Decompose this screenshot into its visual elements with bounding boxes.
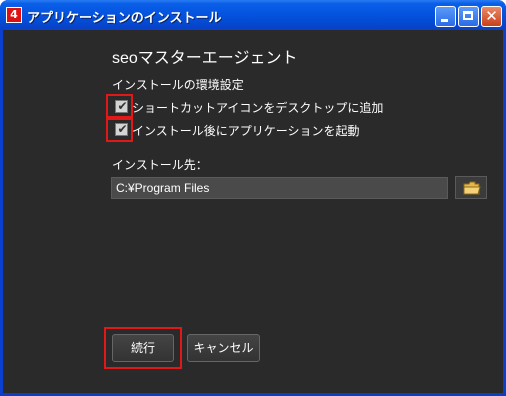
title-bar[interactable]: 4 アプリケーションのインストール ✕ <box>0 0 506 30</box>
browse-folder-button[interactable] <box>455 176 487 199</box>
install-location-label: インストール先： <box>112 158 208 172</box>
launch-after-install-label: インストール後にアプリケーションを起動 <box>132 124 360 138</box>
minimize-button[interactable] <box>435 6 456 27</box>
desktop-shortcut-label: ショートカットアイコンをデスクトップに追加 <box>132 101 384 115</box>
close-button[interactable]: ✕ <box>481 6 502 27</box>
minimize-icon <box>441 19 448 22</box>
adobe-air-icon: 4 <box>6 7 22 23</box>
close-icon: ✕ <box>485 7 498 25</box>
application-name: seoマスターエージェント <box>112 50 298 67</box>
settings-heading: インストールの環境設定 <box>112 78 244 92</box>
cancel-button[interactable]: キャンセル <box>187 334 260 362</box>
highlight-box <box>104 327 182 369</box>
maximize-button[interactable] <box>458 6 479 27</box>
highlight-box <box>106 94 133 118</box>
folder-icon <box>463 181 481 195</box>
highlight-box <box>106 118 133 142</box>
installer-window: 4 アプリケーションのインストール ✕ seoマスターエージェント インストール… <box>0 0 506 396</box>
window-title: アプリケーションのインストール <box>27 10 222 25</box>
maximize-icon <box>463 11 473 20</box>
install-location-field[interactable]: C:¥Program Files <box>111 177 448 199</box>
